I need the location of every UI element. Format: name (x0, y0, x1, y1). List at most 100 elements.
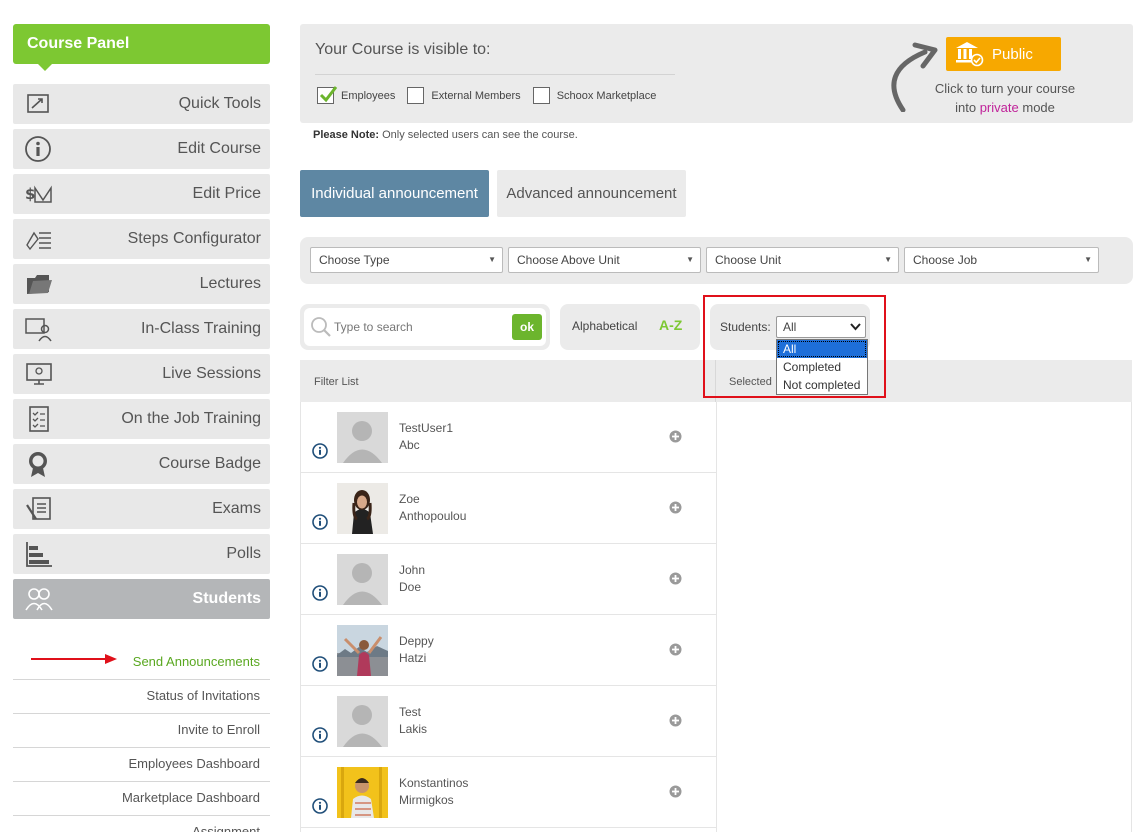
plus-circle-icon[interactable] (669, 572, 682, 585)
filter-bar: Choose Type ▼ Choose Above Unit ▼ Choose U… (300, 237, 1133, 284)
list-header: Filter List Selected (300, 360, 1132, 402)
visibility-options: Employees External Members Schoox Market… (317, 86, 668, 104)
menu-label: In-Class Training (140, 320, 261, 337)
info-icon[interactable] (312, 443, 328, 459)
caret-down-icon: ▼ (1084, 255, 1092, 264)
visibility-option-marketplace: Schoox Marketplace (532, 87, 657, 104)
menu-item-on-the-job-training[interactable]: On the Job Training (13, 399, 270, 439)
public-toggle-button[interactable]: Public (946, 37, 1061, 71)
menu-item-edit-price[interactable]: $ Edit Price (13, 174, 270, 214)
tab-advanced-announcement[interactable]: Advanced announcement (497, 170, 686, 217)
menu-item-course-badge[interactable]: Course Badge (13, 444, 270, 484)
checkbox-label: Schoox Marketplace (556, 89, 657, 102)
menu-item-lectures[interactable]: Lectures (13, 264, 270, 304)
checkmark-icon (319, 86, 338, 103)
student-row: Zoe Anthopoulou (301, 473, 716, 544)
student-last-name: Abc (399, 438, 420, 452)
info-icon[interactable] (312, 656, 328, 672)
caret-down-icon: ▼ (488, 255, 496, 264)
plus-circle-icon[interactable] (669, 714, 682, 727)
tab-individual-announcement[interactable]: Individual announcement (300, 170, 489, 217)
student-first-name: Konstantinos (399, 776, 469, 790)
menu-item-edit-course[interactable]: Edit Course (13, 129, 270, 169)
submenu-status-of-invitations[interactable]: Status of Invitations (13, 680, 270, 714)
public-hint-text: Click to turn your course into private m… (920, 79, 1090, 117)
plus-circle-icon[interactable] (669, 785, 682, 798)
filter-list-heading: Filter List (314, 376, 359, 388)
divider (715, 360, 716, 402)
menu-label: Live Sessions (162, 365, 261, 382)
students-status-select[interactable]: All (776, 316, 866, 338)
select-value: All (783, 320, 797, 334)
choose-above-unit-select[interactable]: Choose Above Unit ▼ (508, 247, 701, 273)
submenu-send-announcements[interactable]: Send Announcements (13, 646, 270, 680)
select-value: Choose Unit (715, 253, 782, 267)
menu-item-students[interactable]: Students (13, 579, 270, 619)
plus-circle-icon[interactable] (669, 501, 682, 514)
external-members-checkbox[interactable] (407, 87, 425, 104)
badge-icon (29, 452, 47, 477)
plus-circle-icon[interactable] (669, 430, 682, 443)
public-button-label: Public (992, 45, 1033, 63)
divider (716, 402, 717, 832)
price-icon: $ (25, 185, 52, 203)
menu-item-in-class-training[interactable]: In-Class Training (13, 309, 270, 349)
svg-text:$: $ (25, 185, 35, 203)
submenu-employees-dashboard[interactable]: Employees Dashboard (13, 748, 270, 782)
submenu-assignment[interactable]: Assignment (13, 816, 270, 832)
choose-unit-select[interactable]: Choose Unit ▼ (706, 247, 899, 273)
submenu-invite-to-enroll[interactable]: Invite to Enroll (13, 714, 270, 748)
info-icon[interactable] (312, 514, 328, 530)
menu-label: Edit Price (192, 185, 261, 202)
submenu-marketplace-dashboard[interactable]: Marketplace Dashboard (13, 782, 270, 816)
student-row: Konstantinos Mirmigkos (301, 757, 716, 828)
course-visibility-panel: Your Course is visible to: Employees Ext… (300, 24, 1133, 123)
choose-type-select[interactable]: Choose Type ▼ (310, 247, 503, 273)
employees-checkbox[interactable] (317, 86, 338, 104)
plus-circle-icon[interactable] (669, 643, 682, 656)
sort-label: Alphabetical (572, 319, 638, 333)
student-last-name: Doe (399, 580, 422, 594)
chevron-down-icon (850, 323, 861, 331)
search-ok-button[interactable]: ok (512, 314, 542, 340)
menu-label: Quick Tools (178, 95, 261, 112)
schoox-marketplace-checkbox[interactable] (532, 87, 550, 104)
selected-heading: Selected (729, 376, 772, 388)
poll-chart-icon (26, 542, 52, 567)
students-icon (25, 588, 53, 611)
menu-item-live-sessions[interactable]: Live Sessions (13, 354, 270, 394)
hint-private: private (979, 100, 1019, 115)
caret-down-icon: ▼ (686, 255, 694, 264)
menu-item-polls[interactable]: Polls (13, 534, 270, 574)
menu-item-exams[interactable]: Exams (13, 489, 270, 529)
option-not-completed[interactable]: Not completed (777, 376, 867, 394)
choose-job-select[interactable]: Choose Job ▼ (904, 247, 1099, 273)
hint-into: into (955, 100, 977, 115)
info-icon[interactable] (312, 727, 328, 743)
info-icon[interactable] (312, 798, 328, 814)
student-row: TestUser1 Abc (301, 402, 716, 473)
student-first-name: Zoe (399, 492, 420, 506)
menu-label: Edit Course (177, 140, 261, 157)
info-icon[interactable] (312, 585, 328, 601)
submenu-label: Invite to Enroll (177, 722, 260, 737)
submenu-label: Assignment (192, 824, 260, 832)
submenu-label: Marketplace Dashboard (121, 790, 260, 805)
option-all[interactable]: All (777, 340, 867, 358)
search-input[interactable] (334, 317, 504, 337)
menu-label: Polls (226, 545, 261, 562)
search-field-wrapper: ok (304, 308, 546, 346)
menu-item-steps-configurator[interactable]: Steps Configurator (13, 219, 270, 259)
menu-item-quick-tools[interactable]: Quick Tools (13, 84, 270, 124)
search-box: ok (300, 304, 550, 350)
visibility-note: Please Note: Only selected users can see… (313, 129, 578, 141)
student-last-name: Hatzi (399, 651, 427, 665)
student-row: Deppy Hatzi (301, 615, 716, 686)
sort-az-icon: A-Z (659, 317, 683, 333)
hint-mode: mode (1022, 100, 1055, 115)
alphabetical-sort-button[interactable]: Alphabetical A-Z (560, 304, 700, 350)
option-completed[interactable]: Completed (777, 358, 867, 376)
checkbox-label: Employees (341, 89, 396, 102)
menu-label: Exams (212, 500, 261, 517)
divider (315, 74, 675, 75)
